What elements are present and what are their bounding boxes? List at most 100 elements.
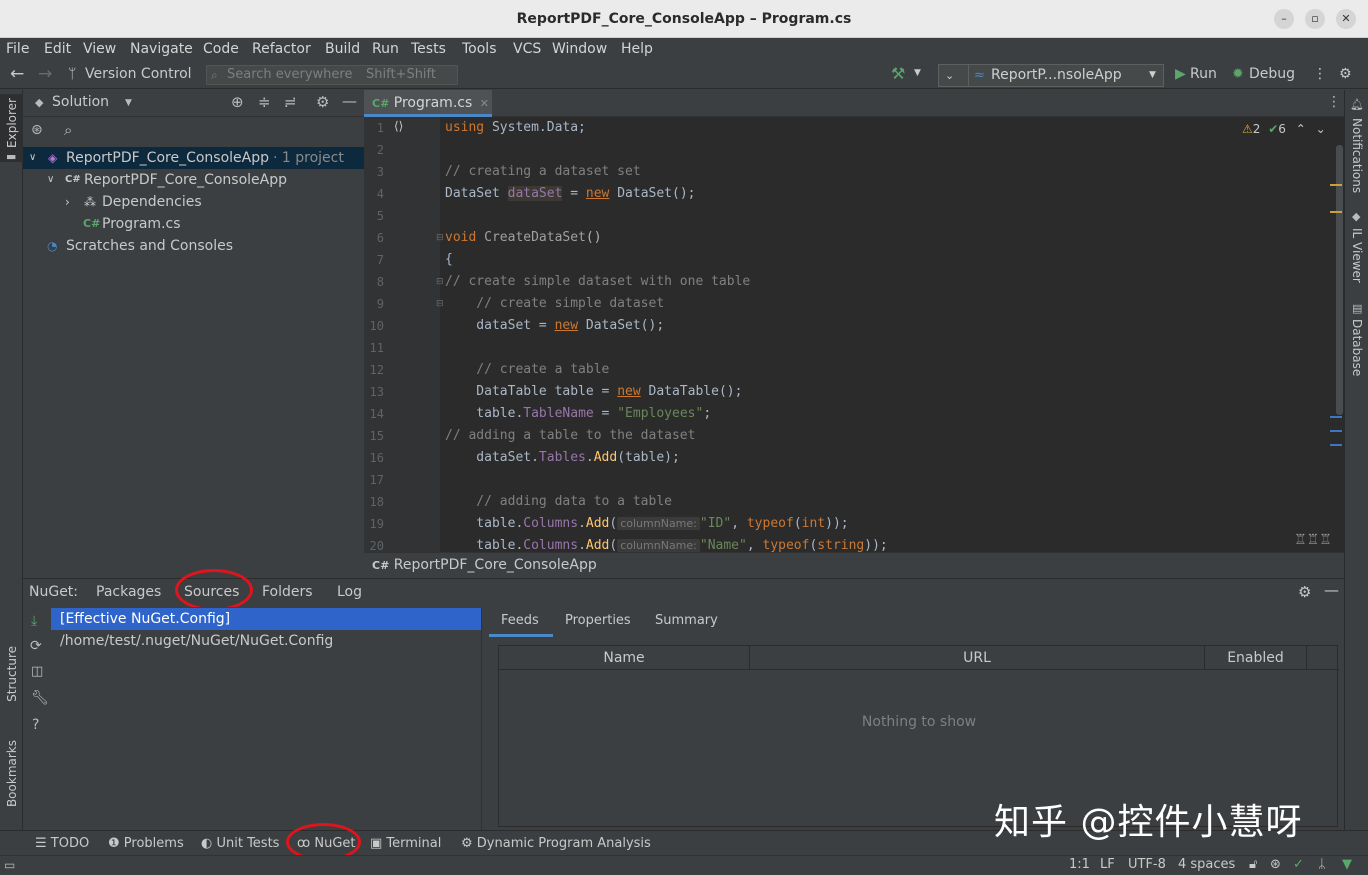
wrench-icon[interactable]: 🔧︎ — [31, 690, 49, 706]
tab-feeds[interactable]: Feeds — [501, 613, 539, 628]
tab-program-cs[interactable]: C# Program.cs ✕ — [364, 90, 492, 117]
power-save-icon[interactable]: ᛦ — [1318, 857, 1326, 872]
menu-tests[interactable]: Tests — [411, 41, 446, 57]
code-line[interactable]: DataTable table = new DataTable(); — [445, 384, 742, 399]
build-hammer-icon[interactable]: ⚒ — [891, 64, 905, 83]
tab-folders[interactable]: Folders — [262, 584, 313, 600]
explorer-stripe-button[interactable]: Explorer — [5, 98, 19, 148]
fold-marker-icon[interactable]: ⊟ — [436, 299, 444, 309]
build-dropdown-icon[interactable]: ▼ — [914, 68, 921, 78]
code-line[interactable]: // adding data to a table — [445, 494, 672, 509]
check-circle-icon[interactable]: ✓ — [1293, 857, 1304, 872]
hide-panel-icon[interactable]: — — [342, 92, 357, 110]
code-line[interactable]: dataSet = new DataSet(); — [445, 318, 664, 333]
menu-tools[interactable]: Tools — [462, 41, 497, 57]
more-tabs-icon[interactable]: ⋮ — [1327, 94, 1341, 110]
code-line[interactable]: dataSet.Tables.Add(table); — [445, 450, 680, 465]
lock-icon[interactable]: 🔓︎ — [1249, 857, 1257, 872]
hide-panel-icon[interactable]: — — [1324, 581, 1339, 599]
debug-bug-icon[interactable]: ✹ — [1232, 66, 1244, 82]
gear-icon[interactable]: ⚙ — [1298, 583, 1311, 601]
code-line[interactable]: // creating a dataset set — [445, 164, 641, 179]
indent-setting[interactable]: 4 spaces — [1178, 857, 1235, 872]
dynamic-program-analysis-button[interactable]: ⚙ Dynamic Program Analysis — [461, 836, 651, 851]
search-everywhere-input[interactable]: ⌕ Search everywhere Shift+Shift — [206, 65, 458, 85]
source-item[interactable]: /home/test/.nuget/NuGet/NuGet.Config — [51, 630, 481, 652]
code-line[interactable]: DataSet dataSet = new DataSet(); — [445, 186, 695, 201]
tree-item-program-cs[interactable]: C# Program.cs — [23, 213, 364, 235]
minimize-button[interactable]: – — [1274, 9, 1294, 29]
maximize-button[interactable]: ▫ — [1305, 9, 1325, 29]
warning-marker[interactable] — [1330, 211, 1342, 213]
structure-stripe-button[interactable]: Structure — [5, 646, 19, 702]
menu-vcs[interactable]: VCS — [513, 41, 541, 57]
terminal-button[interactable]: ▣ Terminal — [370, 836, 441, 851]
code-line[interactable]: void CreateDataSet() — [445, 230, 602, 245]
code-line[interactable]: table.Columns.Add(columnName: "ID", typeo… — [445, 516, 848, 531]
gear-icon[interactable]: ⚙ — [316, 93, 329, 111]
menu-view[interactable]: View — [83, 41, 116, 57]
explorer-view-selector[interactable]: Solution — [52, 94, 109, 110]
settings-gear-icon[interactable]: ⚙ — [1339, 66, 1352, 82]
expand-all-icon[interactable]: ≑ — [258, 93, 271, 111]
menu-help[interactable]: Help — [621, 41, 653, 57]
update-icon[interactable]: ▼ — [1342, 857, 1352, 872]
inspection-profile-icon[interactable]: ⊛ — [1270, 857, 1281, 872]
code-line[interactable]: // create simple dataset — [445, 296, 664, 311]
file-encoding[interactable]: UTF-8 — [1128, 857, 1166, 872]
menu-build[interactable]: Build — [325, 41, 360, 57]
code-line[interactable]: // create a table — [445, 362, 609, 377]
bookmarks-stripe-button[interactable]: Bookmarks — [5, 740, 19, 807]
source-item[interactable]: [Effective NuGet.Config] — [51, 608, 481, 630]
menu-code[interactable]: Code — [203, 41, 239, 57]
line-ending[interactable]: LF — [1100, 857, 1115, 872]
database-stripe-button[interactable]: Database — [1350, 319, 1364, 376]
previous-highlight-icon[interactable]: ⌃ — [1296, 122, 1306, 136]
menu-run[interactable]: Run — [372, 41, 399, 57]
problems-button[interactable]: ❶ Problems — [108, 836, 184, 851]
tab-summary[interactable]: Summary — [655, 613, 718, 628]
close-button[interactable]: ✕ — [1336, 9, 1356, 29]
column-name[interactable]: Name — [499, 646, 750, 670]
warning-marker[interactable] — [1330, 184, 1342, 186]
show-options-icon[interactable]: ⊛ — [31, 122, 43, 138]
more-options-icon[interactable]: ⋮ — [1313, 66, 1327, 82]
tree-item-project[interactable]: ∨ C# ReportPDF_Core_ConsoleApp — [23, 169, 364, 191]
code-line[interactable]: using System.Data; — [445, 120, 586, 135]
inspection-widget[interactable]: ⚠2 ✔6 ⌃ ⌄ — [1242, 122, 1326, 136]
notifications-stripe-button[interactable]: Notifications — [1350, 118, 1364, 193]
menu-navigate[interactable]: Navigate — [130, 41, 193, 57]
caret-position[interactable]: 1:1 — [1069, 857, 1090, 872]
run-button[interactable]: Run — [1190, 66, 1217, 82]
close-tab-icon[interactable]: ✕ — [480, 97, 489, 110]
tree-item-dependencies[interactable]: › ⁂ Dependencies — [23, 191, 364, 213]
code-line[interactable]: table.TableName = "Employees"; — [445, 406, 711, 421]
download-icon[interactable]: ⤓ — [31, 613, 37, 629]
unit-tests-button[interactable]: ◐ Unit Tests — [201, 836, 279, 851]
help-icon[interactable]: ? — [32, 717, 39, 733]
forward-arrow-icon[interactable]: → — [38, 64, 52, 84]
menu-window[interactable]: Window — [552, 41, 607, 57]
toggle-panels-icon[interactable]: ▭ — [4, 858, 15, 872]
tree-item-scratches[interactable]: ◔ Scratches and Consoles — [23, 235, 364, 257]
tab-packages[interactable]: Packages — [96, 584, 161, 600]
info-marker[interactable] — [1330, 444, 1342, 446]
code-line[interactable]: { — [445, 252, 453, 267]
menu-refactor[interactable]: Refactor — [252, 41, 311, 57]
code-line[interactable]: // create simple dataset with one table — [445, 274, 750, 289]
tree-item-solution[interactable]: ∨ ◈ ReportPDF_Core_ConsoleApp · 1 projec… — [23, 147, 364, 169]
menu-edit[interactable]: Edit — [44, 41, 71, 57]
tab-properties[interactable]: Properties — [565, 613, 631, 628]
locate-target-icon[interactable]: ⊕ — [231, 93, 244, 111]
code-line[interactable]: table.Columns.Add(columnName: "Name", typ… — [445, 538, 888, 552]
next-highlight-icon[interactable]: ⌄ — [1316, 122, 1326, 136]
view-dropdown-icon[interactable]: ▼ — [125, 98, 132, 108]
refresh-icon[interactable]: ⟳ — [30, 638, 42, 654]
tab-log[interactable]: Log — [337, 584, 362, 600]
breadcrumb-item[interactable]: ReportPDF_Core_ConsoleApp — [394, 557, 597, 573]
fold-marker-icon[interactable]: ⊟ — [436, 233, 444, 243]
fold-marker-icon[interactable]: ⊟ — [436, 277, 444, 287]
back-arrow-icon[interactable]: ← — [10, 64, 24, 84]
column-url[interactable]: URL — [750, 646, 1205, 670]
debug-button[interactable]: Debug — [1249, 66, 1295, 82]
